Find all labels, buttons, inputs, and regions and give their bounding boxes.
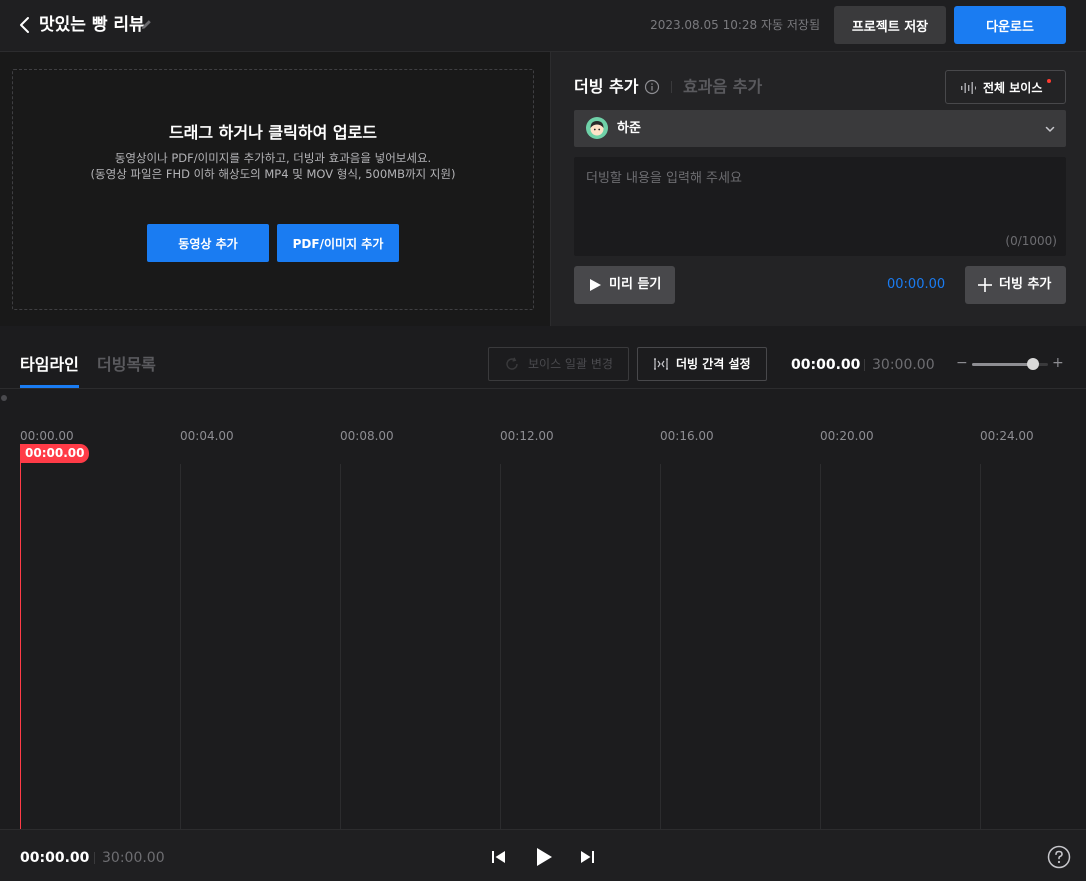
upload-dropzone[interactable]: 드래그 하거나 클릭하여 업로드 동영상이나 PDF/이미지를 추가하고, 더빙… [12,69,534,310]
all-voices-label: 전체 보이스 [983,81,1043,95]
playback-bar: 00:00.00 30:00.00 [0,829,1086,881]
tab-dubbing-list[interactable]: 더빙목록 [97,354,156,376]
dubbing-interval-label: 더빙 간격 설정 [676,357,751,371]
upload-title: 드래그 하거나 클릭하여 업로드 [168,123,378,142]
dubbing-text-input[interactable]: 더빙할 내용을 입력해 주세요 (0/1000) [574,157,1066,256]
selected-voice-name: 하준 [617,121,641,136]
timeline-grid-line [180,464,181,829]
timeline-toolbar: 타임라인 더빙목록 보이스 일괄 변경 더빙 간격 설정 00:00.00 30… [0,326,1086,389]
playback-current-time: 00:00.00 [20,850,90,866]
dubbing-text-placeholder: 더빙할 내용을 입력해 주세요 [586,171,742,186]
timeline-grid-line [500,464,501,829]
timeline-tick-label: 00:20.00 [820,429,874,443]
top-bar: 맛있는 빵 리뷰 2023.08.05 10:28 자동 저장됨 프로젝트 저장… [0,0,1086,52]
timeline-marker-dot [1,395,7,401]
add-pdf-image-button[interactable]: PDF/이미지 추가 [277,224,399,262]
timeline-current-time: 00:00.00 [791,357,861,373]
timeline-grid-line [980,464,981,829]
autosave-status: 2023.08.05 10:28 자동 저장됨 [650,18,820,32]
timeline-grid-line [340,464,341,829]
play-icon[interactable] [534,846,554,868]
play-icon [590,279,601,291]
zoom-slider-fill [972,363,1033,366]
timeline-grid-line [820,464,821,829]
tab-divider [671,81,672,93]
project-title: 맛있는 빵 리뷰 [39,15,145,35]
dubbing-panel: 더빙 추가 효과음 추가 전체 보이스 하준 더빙할 내용을 입력해 주세요 (… [551,52,1086,326]
notification-dot [1047,79,1051,83]
chevron-left-icon[interactable] [16,14,34,36]
skip-previous-icon[interactable] [490,848,508,866]
upload-desc-line-2: (동영상 파일은 FHD 이하 해상도의 MP4 및 MOV 형식, 500MB… [90,167,456,181]
upload-panel: 드래그 하거나 클릭하여 업로드 동영상이나 PDF/이미지를 추가하고, 더빙… [0,52,550,326]
timeline-tick-label: 00:08.00 [340,429,394,443]
zoom-slider-handle[interactable] [1026,358,1039,370]
all-voices-button[interactable]: 전체 보이스 [945,70,1066,104]
voice-avatar [586,117,608,139]
zoom-in-button[interactable]: + [1052,355,1064,371]
timeline-tick-label: 00:00.00 [20,429,74,443]
batch-voice-change-button[interactable]: 보이스 일괄 변경 [488,347,629,381]
character-count: (0/1000) [1005,234,1057,248]
preview-button[interactable]: 미리 듣기 [574,266,675,304]
timeline-tick-label: 00:04.00 [180,429,234,443]
timeline-tick-label: 00:16.00 [660,429,714,443]
timeline-total-time: 30:00.00 [872,357,935,373]
add-dubbing-button[interactable]: 더빙 추가 [965,266,1066,304]
chevron-down-icon [1045,126,1055,132]
timeline-track-area[interactable]: 00:00.00 00:00.00 00:04.00 00:08.00 00:12.0… [0,390,1086,829]
plus-icon [978,278,992,292]
time-separator [864,359,865,371]
upload-desc-line-1: 동영상이나 PDF/이미지를 추가하고, 더빙과 효과음을 넣어보세요. [114,151,432,165]
zoom-out-button[interactable]: − [956,355,968,371]
dubbing-time: 00:00.00 [887,277,946,292]
pencil-icon[interactable] [140,18,153,31]
info-icon[interactable] [644,79,660,95]
add-dubbing-label: 더빙 추가 [999,277,1052,292]
voice-select[interactable]: 하준 [574,110,1066,147]
playhead-time-label[interactable]: 00:00.00 [20,444,90,463]
playhead[interactable] [20,444,21,829]
help-icon[interactable] [1047,845,1071,869]
zoom-slider[interactable] [972,358,1048,370]
add-video-button[interactable]: 동영상 추가 [147,224,269,262]
timeline-tick-label: 00:24.00 [980,429,1034,443]
tab-add-sound-effect[interactable]: 효과음 추가 [683,76,762,98]
waveform-icon [961,82,976,94]
interval-icon [654,358,668,370]
tab-add-dubbing[interactable]: 더빙 추가 [574,76,638,98]
batch-voice-change-label: 보이스 일괄 변경 [528,357,613,371]
dubbing-interval-button[interactable]: 더빙 간격 설정 [637,347,767,381]
refresh-icon [506,357,518,370]
preview-label: 미리 듣기 [609,277,662,292]
timeline-tick-label: 00:12.00 [500,429,554,443]
time-separator [94,852,95,864]
upload-description: 동영상이나 PDF/이미지를 추가하고, 더빙과 효과음을 넣어보세요. (동영… [13,150,533,182]
save-project-button[interactable]: 프로젝트 저장 [834,6,946,44]
skip-next-icon[interactable] [578,848,596,866]
tab-timeline[interactable]: 타임라인 [20,354,79,376]
playback-total-time: 30:00.00 [102,850,165,866]
timeline-grid-line [660,464,661,829]
active-tab-indicator [20,385,79,388]
download-button[interactable]: 다운로드 [954,6,1066,44]
